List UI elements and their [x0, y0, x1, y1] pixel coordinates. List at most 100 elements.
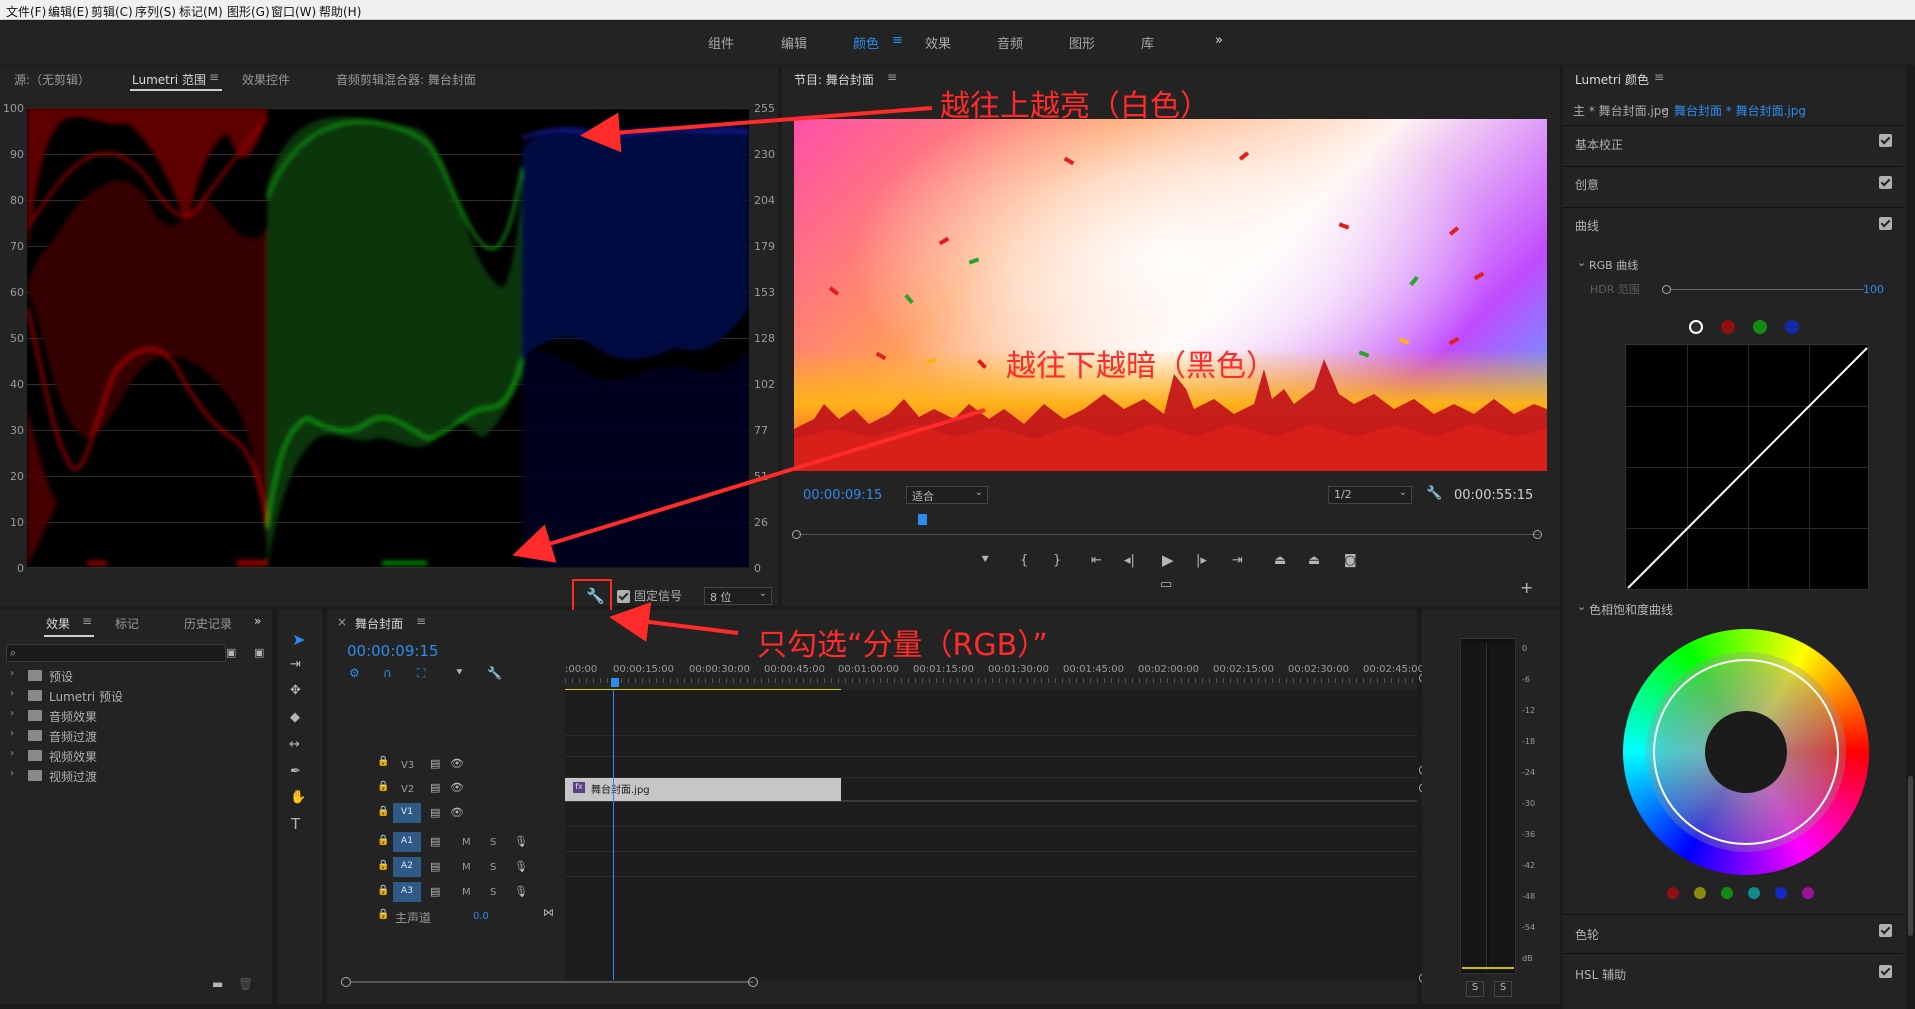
effects-item[interactable]: 音频过渡	[49, 728, 97, 745]
microphone-icon[interactable]: 🎙	[514, 836, 528, 847]
creative-checkbox[interactable]	[1879, 176, 1892, 189]
lock-icon[interactable]: 🔒	[377, 807, 389, 817]
program-settings-wrench-icon[interactable]: 🔧	[1426, 487, 1442, 500]
mark-out-icon[interactable]: }	[1053, 554, 1061, 567]
color-wheels-checkbox[interactable]	[1879, 924, 1892, 937]
lock-icon[interactable]: 🔒	[377, 910, 389, 920]
workspace-color-menu-icon[interactable]: ≡	[892, 33, 903, 48]
lift-icon[interactable]: ⏏	[1274, 554, 1286, 567]
scope-settings-wrench-icon[interactable]: 🔧	[586, 589, 605, 604]
mute-button[interactable]: M	[462, 862, 471, 873]
eye-icon[interactable]: 👁	[450, 782, 464, 793]
track-target-a2[interactable]: A2	[393, 857, 421, 877]
go-to-end-icon[interactable]: ⋈	[543, 907, 554, 918]
sync-lock-icon[interactable]: ▤	[430, 807, 440, 818]
rgb-curve-graph[interactable]	[1625, 344, 1869, 590]
hdr-range-slider-handle[interactable]	[1662, 285, 1671, 294]
type-tool-icon[interactable]: T	[291, 817, 300, 832]
microphone-icon[interactable]: 🎙	[514, 886, 528, 897]
expand-chevron-icon[interactable]: ›	[10, 708, 14, 719]
sync-lock-icon[interactable]: ▤	[430, 836, 440, 847]
hue-swatch-blue[interactable]	[1775, 887, 1787, 899]
button-editor-add-icon[interactable]: +	[1520, 580, 1533, 596]
source-chevron-icon[interactable]: ⌄	[1659, 101, 1669, 115]
hue-swatch-green[interactable]	[1721, 887, 1733, 899]
effects-item[interactable]: Lumetri 预设	[49, 688, 123, 705]
hue-saturation-wheel[interactable]	[1623, 629, 1869, 875]
effects-item[interactable]: 音频效果	[49, 708, 97, 725]
razor-tool-icon[interactable]: ◆	[290, 711, 300, 724]
effects-more-icon[interactable]: »	[254, 614, 261, 628]
section-curves[interactable]: 曲线	[1575, 217, 1599, 234]
lock-icon[interactable]: 🔒	[377, 836, 389, 846]
workspace-audio[interactable]: 音频	[997, 33, 1023, 52]
hue-sat-chevron-icon[interactable]: ⌄	[1577, 600, 1586, 613]
step-forward-icon[interactable]: |▸	[1196, 554, 1207, 567]
expand-chevron-icon[interactable]: ›	[10, 688, 14, 699]
curve-channel-white[interactable]	[1689, 320, 1703, 334]
tab-lumetri-scopes[interactable]: Lumetri 范围	[132, 71, 206, 88]
menu-help[interactable]: 帮助(H)	[319, 3, 361, 20]
sync-lock-icon[interactable]: ▤	[430, 861, 440, 872]
lumetri-scrollbar[interactable]	[1908, 776, 1913, 936]
hdr-range-slider-track[interactable]	[1666, 289, 1864, 290]
sync-lock-icon[interactable]: ▤	[430, 886, 440, 897]
curve-channel-blue[interactable]	[1785, 320, 1799, 334]
program-menu-icon[interactable]: ≡	[887, 70, 897, 84]
menu-file[interactable]: 文件(F)	[6, 3, 46, 20]
sync-lock-icon[interactable]: ▤	[430, 758, 440, 769]
effects-menu-icon[interactable]: ≡	[82, 614, 92, 628]
export-frame-icon[interactable]: ◙	[1344, 554, 1357, 567]
meter-solo-left[interactable]: S	[1466, 981, 1484, 997]
solo-button[interactable]: S	[490, 887, 496, 898]
extract-icon[interactable]: ⏏	[1308, 554, 1320, 567]
pen-tool-icon[interactable]: ✒	[290, 765, 301, 778]
solo-button[interactable]: S	[490, 837, 496, 848]
expand-chevron-icon[interactable]: ›	[10, 768, 14, 779]
basic-correction-checkbox[interactable]	[1879, 134, 1892, 147]
mute-button[interactable]: M	[462, 837, 471, 848]
ruler-start-handle[interactable]	[792, 530, 801, 539]
solo-button[interactable]: S	[490, 862, 496, 873]
lumetri-source-sequence[interactable]: 舞台封面 * 舞台封面.jpg	[1674, 102, 1806, 119]
menu-marker[interactable]: 标记(M)	[179, 3, 223, 20]
master-track-value[interactable]: 0.0	[473, 911, 489, 922]
hue-swatch-cyan[interactable]	[1748, 887, 1760, 899]
tab-menu-icon[interactable]: ≡	[209, 70, 219, 84]
workspace-editing[interactable]: 编辑	[781, 33, 807, 52]
32bit-effects-icon[interactable]: ▣	[254, 647, 264, 658]
menu-edit[interactable]: 编辑(E)	[48, 3, 89, 20]
timeline-menu-icon[interactable]: ≡	[416, 614, 426, 628]
mark-in-icon[interactable]: {	[1020, 554, 1028, 567]
program-monitor-title[interactable]: 节目: 舞台封面	[794, 71, 874, 88]
track-label-v2[interactable]: V2	[401, 784, 414, 795]
effects-search-input[interactable]	[6, 644, 226, 662]
ripple-edit-tool-icon[interactable]: ✥	[290, 684, 301, 697]
tab-effect-controls[interactable]: 效果控件	[242, 71, 290, 88]
timeline-timecode[interactable]: 00:00:09:15	[347, 642, 439, 660]
curves-checkbox[interactable]	[1879, 217, 1892, 230]
rgb-curve-chevron-icon[interactable]: ⌄	[1577, 256, 1586, 269]
lumetri-menu-icon[interactable]: ≡	[1654, 70, 1664, 84]
tab-effects[interactable]: 效果	[46, 615, 70, 632]
track-area[interactable]: fx 舞台封面.jpg	[565, 690, 1417, 980]
effects-item[interactable]: 预设	[49, 668, 73, 685]
effects-item[interactable]: 视频效果	[49, 748, 97, 765]
rgb-curve-label[interactable]: RGB 曲线	[1589, 257, 1638, 273]
timeline-title[interactable]: 舞台封面	[355, 615, 403, 632]
selection-tool-icon[interactable]: ➤	[292, 632, 305, 648]
h-scroll-bar[interactable]	[351, 981, 753, 983]
lock-icon[interactable]: 🔒	[377, 886, 389, 896]
go-to-out-icon[interactable]: ⇥	[1232, 554, 1243, 567]
lock-icon[interactable]: 🔒	[377, 757, 389, 767]
workspace-effects[interactable]: 效果	[925, 33, 951, 52]
expand-chevron-icon[interactable]: ›	[10, 668, 14, 679]
menu-clip[interactable]: 剪辑(C)	[91, 3, 133, 20]
insert-nest-icon[interactable]: ⚙	[349, 667, 360, 679]
bit-depth-select[interactable]: 8 位 ⌄	[704, 587, 772, 605]
add-marker-icon[interactable]: ⯆	[980, 554, 990, 567]
workspace-graphics[interactable]: 图形	[1069, 33, 1095, 52]
step-back-icon[interactable]: ◂|	[1124, 554, 1135, 567]
track-target-a1[interactable]: A1	[393, 832, 421, 852]
program-timeline-ruler[interactable]	[798, 534, 1540, 535]
